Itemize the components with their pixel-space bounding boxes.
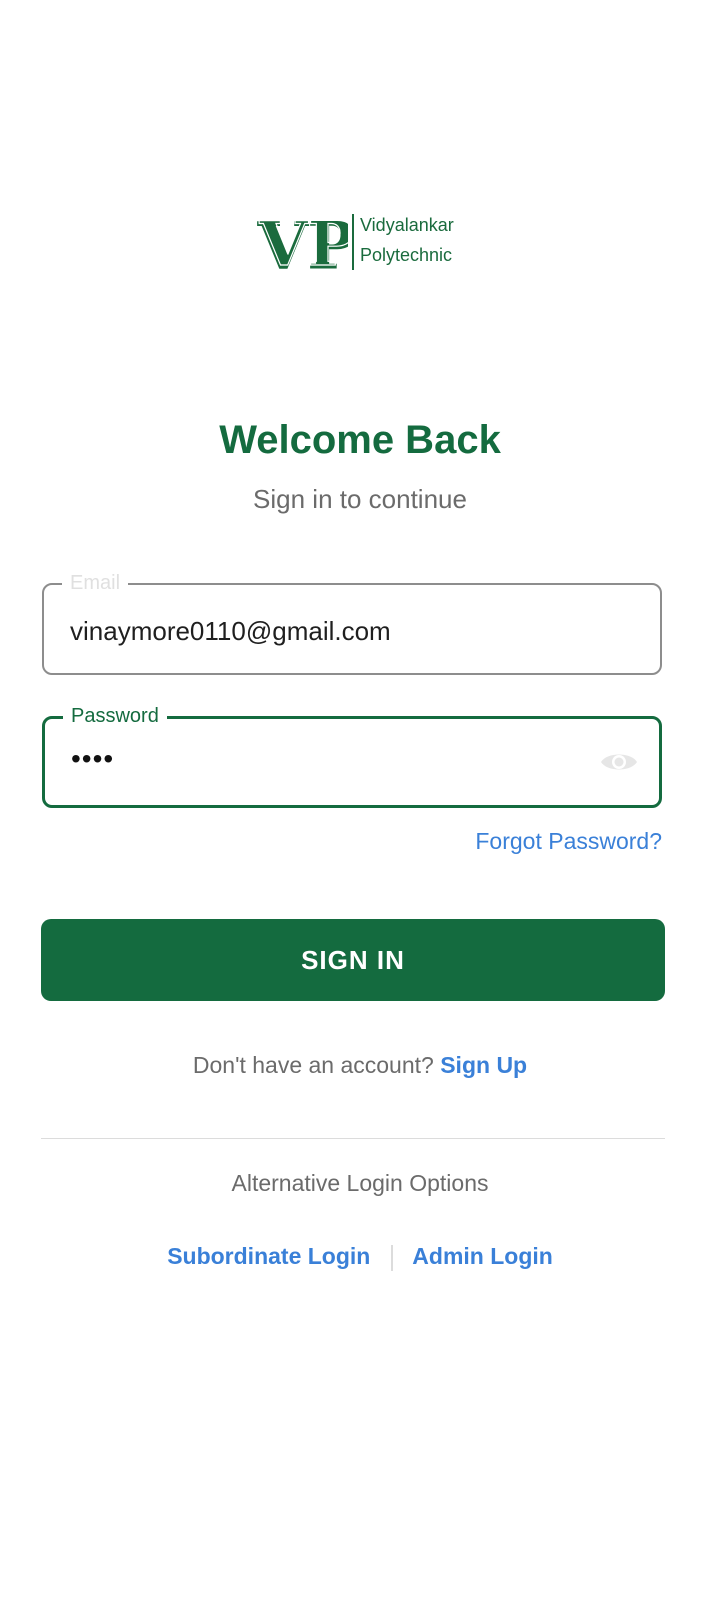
logo-text-line2: Polytechnic [360,245,453,265]
page-subtitle: Sign in to continue [253,484,467,514]
password-field[interactable]: Password •••• [42,704,662,808]
logo-text-line1: Vidyalankar [360,215,454,235]
page-title: Welcome Back [219,418,501,462]
email-input-value[interactable]: vinaymore0110@gmail.com [70,615,391,647]
vp-logo: VP VP Vidyalankar Polytechnic [256,210,456,274]
email-label: Email [62,571,129,595]
logo-divider [352,214,354,270]
vp-monogram-logo: VP VP [257,210,349,274]
forgot-password-link[interactable]: Forgot Password? [475,828,662,855]
divider [41,1138,665,1139]
alternative-login-row: Subordinate Login Admin Login [0,1243,720,1271]
signup-prompt: Don't have an account? [192,1052,441,1078]
alternative-login-label: Alternative Login Options [231,1170,489,1196]
alternative-separator [390,1244,393,1271]
password-input-value[interactable]: •••• [71,743,114,775]
subordinate-login-link[interactable]: Subordinate Login [167,1243,370,1269]
email-field[interactable]: Email vinaymore0110@gmail.com [42,571,662,675]
sign-up-link[interactable]: Sign Up [440,1052,527,1078]
admin-login-link[interactable]: Admin Login [412,1243,553,1269]
sign-in-button[interactable]: SIGN IN [41,919,665,1001]
password-label: Password [63,704,167,728]
svg-text:VP: VP [258,210,348,274]
eye-icon[interactable] [599,749,639,775]
signup-row: Don't have an account? Sign Up [0,1052,720,1079]
